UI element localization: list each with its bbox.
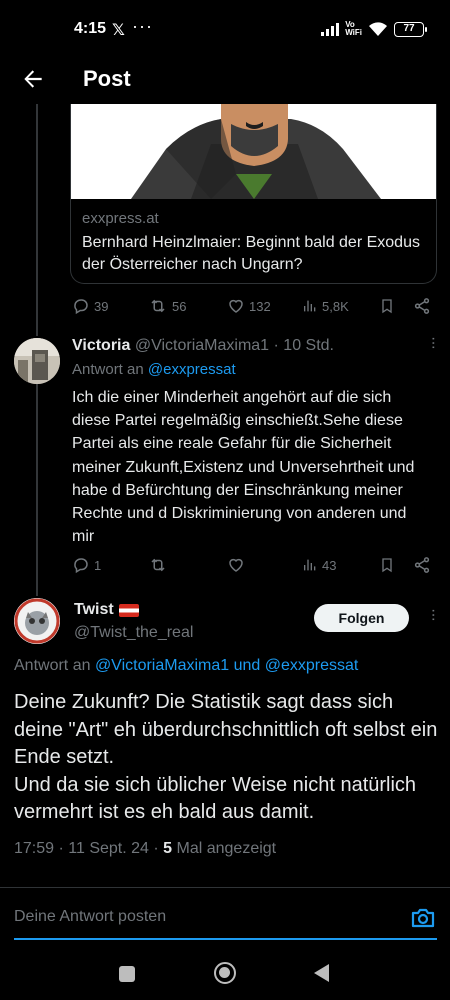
thread-line [36,384,38,596]
reply-input[interactable]: Deine Antwort posten [14,908,166,926]
view-count: 5 [163,840,173,857]
reply-context: Antwort an @VictoriaMaxima1 und @exxpres… [14,657,359,674]
views-button[interactable]: 5,8K [302,294,349,318]
parent-action-bar: 39 56 132 5,8K [70,294,438,318]
top-bar: Post [0,56,450,104]
repost-button[interactable]: 56 [148,294,186,318]
mention-link[interactable]: @exxpressat [265,657,359,674]
link-domain: exxpress.at [82,210,159,227]
share-button[interactable] [413,294,431,318]
reply-button[interactable]: 1 [72,553,101,577]
home-icon[interactable] [214,962,236,984]
wifi-icon [369,21,387,36]
status-time: 4:15 [74,20,107,37]
reply-author-line: Victoria @VictoriaMaxima1 · 10 Std. [72,337,334,355]
author-name[interactable]: Victoria [72,337,130,354]
author-name[interactable]: Twist [74,601,139,619]
tweet-metadata: 17:59 · 11 Sept. 24 · 5 Mal angezeigt [14,840,277,857]
thread-line [36,104,38,336]
reply-icon [74,558,88,574]
x-logo-icon: 𝕏 [112,22,125,39]
status-icons: Vo WiFi 77 [321,20,427,38]
status-bar: 4:15 𝕏 ··· Vo WiFi 77 [0,0,450,56]
bookmark-icon [382,558,392,573]
repost-icon [151,299,165,313]
recent-apps-icon[interactable] [119,966,135,982]
system-nav-bar [0,950,450,1000]
reply-text: Ich die einer Minderheit angehört auf di… [72,389,415,546]
bookmark-icon [382,299,392,314]
more-options-icon[interactable]: ··· [424,608,442,621]
views-chart-icon [304,559,316,571]
input-focus-line [14,938,437,940]
heart-icon [229,299,243,313]
author-handle-time: @VictoriaMaxima1 · 10 Std. [134,337,334,354]
signal-icon [321,22,340,36]
repost-icon [151,558,165,572]
avatar[interactable] [14,598,60,644]
camera-icon[interactable] [410,906,436,930]
back-triangle-icon[interactable] [314,964,329,982]
reply-button[interactable]: 39 [72,294,108,318]
avatar[interactable] [14,338,60,384]
mention-link[interactable]: @VictoriaMaxima1 [95,657,229,674]
mention-link[interactable]: @exxpressat [148,361,236,378]
tweet-text: Deine Zukunft? Die Statistik sagt dass s… [14,691,438,823]
share-button[interactable] [413,553,431,577]
like-button[interactable]: 132 [227,294,271,318]
bookmark-button[interactable] [379,294,395,318]
reply-action-bar: 1 43 [70,553,438,577]
views-button[interactable]: 43 [302,553,336,577]
heart-icon [229,558,243,572]
repost-button[interactable] [148,553,172,577]
bookmark-button[interactable] [379,553,395,577]
reply-icon [74,299,88,315]
author-handle: @Twist_the_real [74,624,194,641]
link-preview-card[interactable]: exxpress.at Bernhard Heinzlmaier: Beginn… [70,104,437,284]
notification-dots-icon: ··· [132,16,153,36]
vowifi-label: Vo WiFi [345,20,362,37]
page-title: Post [83,66,131,91]
share-icon [414,557,430,573]
divider [0,887,450,888]
battery-icon: 77 [394,21,427,37]
link-title: Bernhard Heinzlmaier: Beginnt bald der E… [82,234,420,273]
reply-context: Antwort an @exxpressat [72,361,236,378]
follow-button[interactable]: Folgen [314,604,409,632]
link-preview-image [71,104,436,199]
views-chart-icon [304,300,316,312]
like-button[interactable] [227,553,249,577]
austria-flag-icon [118,603,139,617]
more-options-icon[interactable]: ··· [424,336,442,349]
arrow-left-icon[interactable] [20,66,46,92]
share-icon [414,298,430,314]
